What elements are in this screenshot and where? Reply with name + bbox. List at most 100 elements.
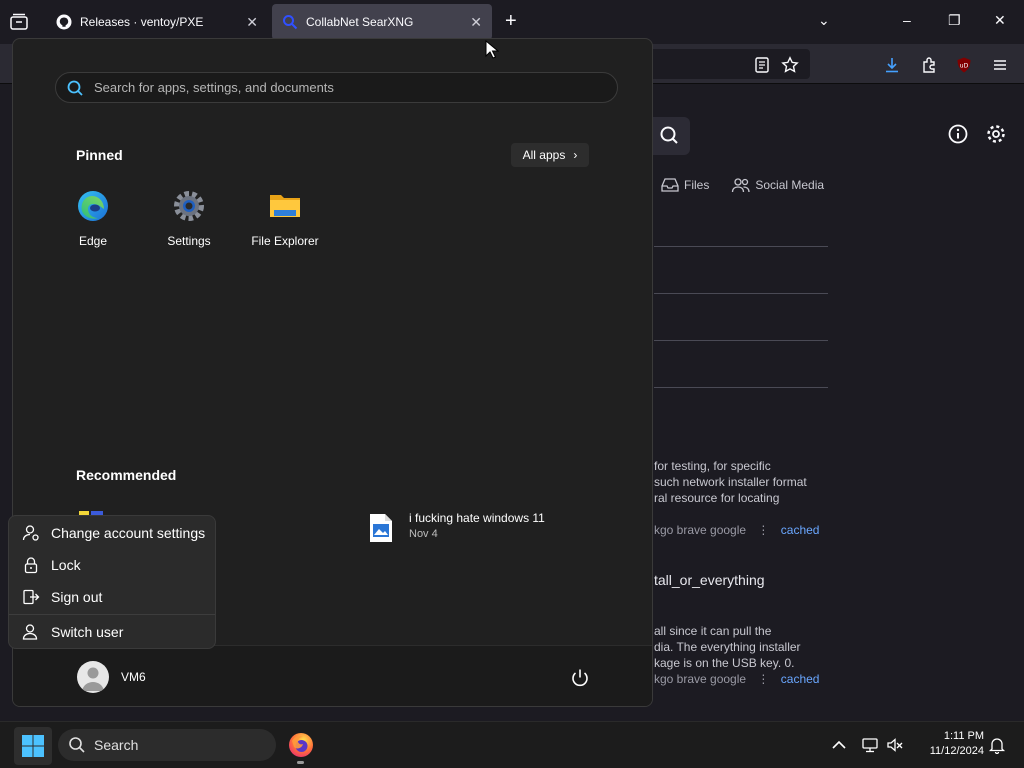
chevron-right-icon: › [573, 148, 578, 162]
bookmark-star-icon[interactable] [781, 56, 799, 74]
engine-list: kgo brave google [654, 523, 747, 537]
lock-icon [24, 557, 38, 574]
recommended-file-name: i fucking hate windows 11 [409, 511, 545, 525]
recommended-file-date: Nov 4 [409, 528, 438, 540]
restore-icon[interactable]: ❐ [948, 12, 961, 29]
image-file-icon [370, 514, 392, 542]
notification-bell-icon[interactable] [988, 736, 1006, 754]
account-settings-icon [22, 525, 39, 541]
menu-lock[interactable]: Lock [9, 550, 215, 580]
result-snippet-line: kage is on the USB key. 0. [654, 656, 795, 670]
divider [654, 387, 828, 388]
taskbar-search-label: Search [94, 737, 139, 753]
search-submit-button[interactable] [648, 117, 690, 155]
taskbar: Search 1:11 PM 11/12/2024 [0, 721, 1024, 768]
recommended-file[interactable]: i fucking hate windows 11 Nov 4 [369, 511, 545, 543]
tab-title: Releases · ventoy/PXE [80, 15, 204, 29]
menu-item-label: Change account settings [51, 525, 206, 541]
menu-item-label: Sign out [51, 589, 103, 605]
app-label: Edge [78, 234, 108, 248]
close-tab-icon[interactable]: ✕ [470, 14, 482, 31]
sign-out-icon [23, 589, 40, 605]
pinned-app-edge[interactable]: Edge [50, 189, 136, 248]
people-icon [732, 178, 750, 193]
extensions-icon[interactable] [920, 56, 938, 74]
result-snippet-line: such network installer format [654, 475, 807, 489]
minimize-icon[interactable]: – [903, 12, 911, 28]
tab-searxng[interactable]: CollabNet SearXNG ✕ [272, 4, 492, 40]
category-label: Files [684, 178, 710, 192]
clock-date: 11/12/2024 [929, 745, 984, 757]
result-engines: kgo brave google ⋮ cached [654, 523, 820, 537]
result-snippet-line: for testing, for specific [654, 459, 771, 473]
github-icon [56, 14, 72, 30]
preferences-gear-icon[interactable] [985, 123, 1007, 145]
category-label: Social Media [755, 178, 825, 192]
pinned-app-settings[interactable]: Settings [146, 189, 232, 248]
new-tab-plus-icon[interactable]: + [505, 10, 517, 33]
tab-releases[interactable]: Releases · ventoy/PXE ✕ [46, 4, 268, 40]
app-label: File Explorer [251, 234, 319, 248]
app-label: Settings [167, 234, 211, 248]
download-icon[interactable] [883, 56, 901, 74]
search-icon [660, 126, 678, 144]
menu-sign-out[interactable]: Sign out [9, 582, 215, 612]
searxng-icon [283, 15, 298, 30]
menu-switch-user[interactable]: Switch user [9, 617, 215, 647]
divider [654, 340, 828, 341]
divider [654, 293, 828, 294]
close-tab-icon[interactable]: ✕ [246, 14, 258, 31]
start-button[interactable] [14, 727, 52, 765]
volume-muted-icon[interactable] [886, 736, 904, 754]
user-avatar[interactable] [77, 661, 109, 693]
search-placeholder: Search for apps, settings, and documents [94, 80, 334, 95]
files-tray-icon [661, 178, 679, 192]
system-clock[interactable]: 1:11 PM 11/12/2024 [914, 729, 984, 759]
result-snippet-line: ral resource for locating [654, 491, 780, 505]
search-icon [69, 737, 85, 753]
chevron-up-icon[interactable] [830, 736, 848, 754]
menu-item-label: Switch user [51, 624, 124, 640]
mouse-cursor-icon [485, 40, 499, 59]
svg-text:uD: uD [960, 63, 969, 70]
account-context-menu: Change account settings Lock Sign out Sw… [8, 515, 216, 649]
result-title[interactable]: tall_or_everything [654, 572, 765, 588]
chevron-down-icon[interactable]: ⌄ [818, 12, 830, 29]
all-apps-label: All apps [522, 148, 566, 162]
result-snippet-line: dia. The everything installer [654, 640, 801, 654]
menu-change-account-settings[interactable]: Change account settings [9, 518, 215, 548]
cached-link[interactable]: cached [781, 523, 820, 537]
divider [654, 246, 828, 247]
result-snippet-line: all since it can pull the [654, 624, 772, 638]
tab-list-icon[interactable] [8, 12, 30, 32]
taskbar-search-box[interactable]: Search [58, 729, 276, 761]
network-icon[interactable] [861, 736, 879, 754]
category-files[interactable]: Files [660, 177, 709, 193]
reader-view-icon[interactable] [753, 56, 771, 74]
power-icon[interactable] [569, 667, 591, 689]
result-engines: kgo brave google ⋮ cached [654, 672, 820, 686]
start-search-box[interactable]: Search for apps, settings, and documents [55, 72, 618, 103]
recommended-heading: Recommended [76, 467, 177, 483]
start-user-bar: VM6 [13, 645, 652, 706]
category-social-media[interactable]: Social Media [731, 177, 824, 193]
info-icon[interactable] [947, 123, 969, 145]
all-apps-button[interactable]: All apps › [511, 143, 589, 167]
pinned-app-file-explorer[interactable]: File Explorer [242, 189, 328, 248]
menu-item-label: Lock [51, 557, 81, 573]
category-tabs: Files Social Media [660, 177, 824, 193]
ublock-origin-icon[interactable]: uD [955, 56, 973, 74]
firefox-icon[interactable] [288, 732, 314, 758]
windows-logo-icon [22, 735, 44, 757]
search-icon [67, 80, 83, 96]
tab-title: CollabNet SearXNG [306, 15, 414, 29]
running-app-indicator [297, 761, 304, 764]
clock-time: 1:11 PM [943, 730, 984, 742]
settings-gear-icon [174, 191, 204, 221]
menu-divider [9, 614, 215, 615]
folder-icon [270, 195, 300, 217]
user-name[interactable]: VM6 [121, 670, 146, 684]
close-window-icon[interactable]: ✕ [994, 12, 1006, 29]
cached-link[interactable]: cached [781, 672, 820, 686]
menu-hamburger-icon[interactable] [991, 56, 1009, 74]
